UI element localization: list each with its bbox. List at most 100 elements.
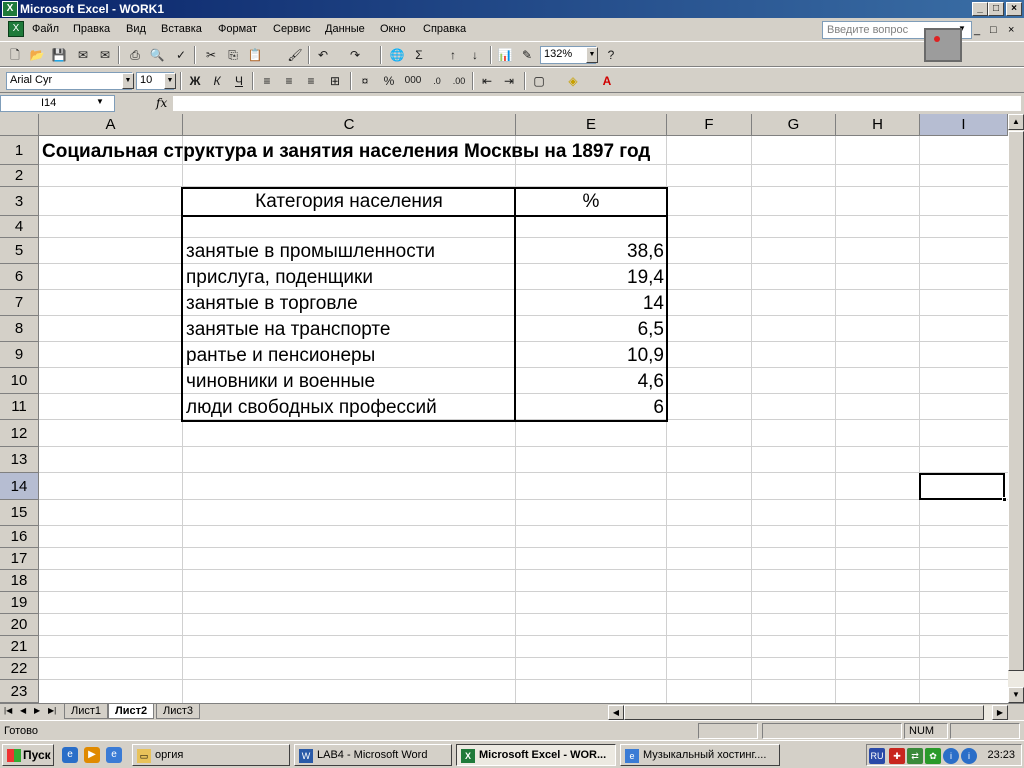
row-header[interactable]: 10 [0,368,39,394]
format-painter-icon[interactable]: 🖌 [286,46,304,64]
row-header[interactable]: 7 [0,290,39,316]
sheet-tab-2[interactable]: Лист2 [108,704,155,719]
media-player-icon[interactable]: ▶ [84,747,100,763]
percent-cell[interactable]: 6,5 [516,319,664,341]
column-header-h[interactable]: H [836,114,920,136]
column-header-f[interactable]: F [667,114,752,136]
worksheet-grid[interactable]: A C E F G H I 1 2 3 4 5 6 7 8 9 10 11 12… [0,114,1008,703]
menu-format[interactable]: Формат [218,23,257,35]
fill-handle[interactable] [1002,497,1007,502]
scroll-right-icon[interactable]: ▶ [992,705,1008,720]
doc-minimize-button[interactable]: _ [974,24,980,36]
chevron-down-icon[interactable]: ▼ [96,97,104,106]
row-header[interactable]: 3 [0,187,39,216]
decrease-decimal-icon[interactable]: .00 [450,72,468,90]
print-preview-icon[interactable]: 🔍 [148,46,166,64]
row-header[interactable]: 11 [0,394,39,420]
sort-asc-icon[interactable]: ↑ [444,46,462,64]
row-header[interactable]: 5 [0,238,39,264]
row-header[interactable]: 4 [0,216,39,238]
column-header-e[interactable]: E [516,114,667,136]
info-icon[interactable]: i [943,748,959,764]
column-header-a[interactable]: A [39,114,183,136]
category-cell[interactable]: занятые в промышленности [186,241,435,263]
row-header[interactable]: 17 [0,548,39,570]
currency-icon[interactable]: ¤ [356,72,374,90]
antivirus-icon[interactable]: ✚ [889,748,905,764]
menu-tools[interactable]: Сервис [273,23,311,35]
sheet-title-cell[interactable]: Социальная структура и занятия населения… [42,141,650,163]
doc-close-button[interactable]: × [1008,24,1014,36]
category-cell[interactable]: рантье и пенсионеры [186,345,375,367]
decrease-indent-icon[interactable]: ⇤ [478,72,496,90]
borders-icon[interactable]: ▢ [530,72,548,90]
align-right-icon[interactable]: ≡ [302,72,320,90]
redo-icon[interactable]: ↷ [346,46,364,64]
task-browser[interactable]: e Музыкальный хостинг.... [620,744,780,766]
next-sheet-icon[interactable]: ▶ [34,706,40,715]
column-header-i[interactable]: I [920,114,1008,136]
active-cell-selection[interactable] [919,473,1007,502]
help-icon[interactable]: ? [602,46,620,64]
task-word[interactable]: W LAB4 - Microsoft Word [294,744,452,766]
info-icon[interactable]: i [961,748,977,764]
permission-icon[interactable]: ✉ [74,46,92,64]
row-header[interactable]: 16 [0,526,39,548]
scroll-left-icon[interactable]: ◀ [608,705,624,720]
task-excel[interactable]: X Microsoft Excel - WOR... [456,744,616,766]
menu-edit[interactable]: Правка [73,23,110,35]
font-name-combo[interactable]: Arial Cyr [6,72,132,90]
chevron-down-icon[interactable]: ▼ [164,73,176,89]
increase-decimal-icon[interactable]: .0 [428,72,446,90]
category-cell[interactable]: чиновники и военные [186,371,375,393]
excel-app-icon[interactable]: X [2,1,18,17]
percent-cell[interactable]: 38,6 [516,241,664,263]
row-header[interactable]: 15 [0,500,39,526]
autosum-icon[interactable]: Σ [410,46,428,64]
align-center-icon[interactable]: ≡ [280,72,298,90]
language-indicator[interactable]: RU [869,748,885,764]
formula-input[interactable] [172,95,1022,112]
percent-cell[interactable]: 10,9 [516,345,664,367]
email-icon[interactable]: ✉ [96,46,114,64]
font-color-icon[interactable]: A [598,72,616,90]
task-folder[interactable]: ▭ оргия [132,744,290,766]
category-cell[interactable]: занятые в торговле [186,293,358,315]
drawing-icon[interactable]: ✎ [518,46,536,64]
column-header-g[interactable]: G [752,114,836,136]
sort-desc-icon[interactable]: ↓ [466,46,484,64]
fx-icon[interactable]: fx [156,96,167,110]
underline-button[interactable]: Ч [230,72,248,90]
doc-restore-button[interactable]: □ [990,24,997,36]
sheet-tab-3[interactable]: Лист3 [156,704,201,719]
percent-cell[interactable]: 19,4 [516,267,664,289]
menu-insert[interactable]: Вставка [161,23,202,35]
row-header[interactable]: 19 [0,592,39,614]
cut-icon[interactable]: ✂ [202,46,220,64]
first-sheet-icon[interactable]: |◀ [4,706,12,715]
desktop-icon[interactable]: e [62,747,78,763]
increase-indent-icon[interactable]: ⇥ [500,72,518,90]
vertical-scroll-thumb[interactable] [1008,131,1024,671]
column-header-c[interactable]: C [183,114,516,136]
row-header[interactable]: 18 [0,570,39,592]
undo-icon[interactable]: ↶ [314,46,332,64]
print-icon[interactable]: ⎙ [126,46,144,64]
row-header[interactable]: 14 [0,473,39,500]
horizontal-scroll-thumb[interactable] [624,705,984,720]
italic-button[interactable]: К [208,72,226,90]
bold-button[interactable]: Ж [186,72,204,90]
network-icon[interactable]: ⇄ [907,748,923,764]
row-header[interactable]: 6 [0,264,39,290]
sheet-tab-1[interactable]: Лист1 [64,704,109,719]
row-header[interactable]: 23 [0,680,39,703]
spelling-icon[interactable]: ✓ [172,46,190,64]
percent-cell[interactable]: 14 [516,293,664,315]
close-button[interactable]: × [1006,2,1022,16]
percent-cell[interactable]: 4,6 [516,371,664,393]
scroll-up-icon[interactable]: ▲ [1008,114,1024,130]
row-header[interactable]: 20 [0,614,39,636]
align-left-icon[interactable]: ≡ [258,72,276,90]
row-header[interactable]: 12 [0,420,39,447]
paste-icon[interactable]: 📋 [246,46,264,64]
